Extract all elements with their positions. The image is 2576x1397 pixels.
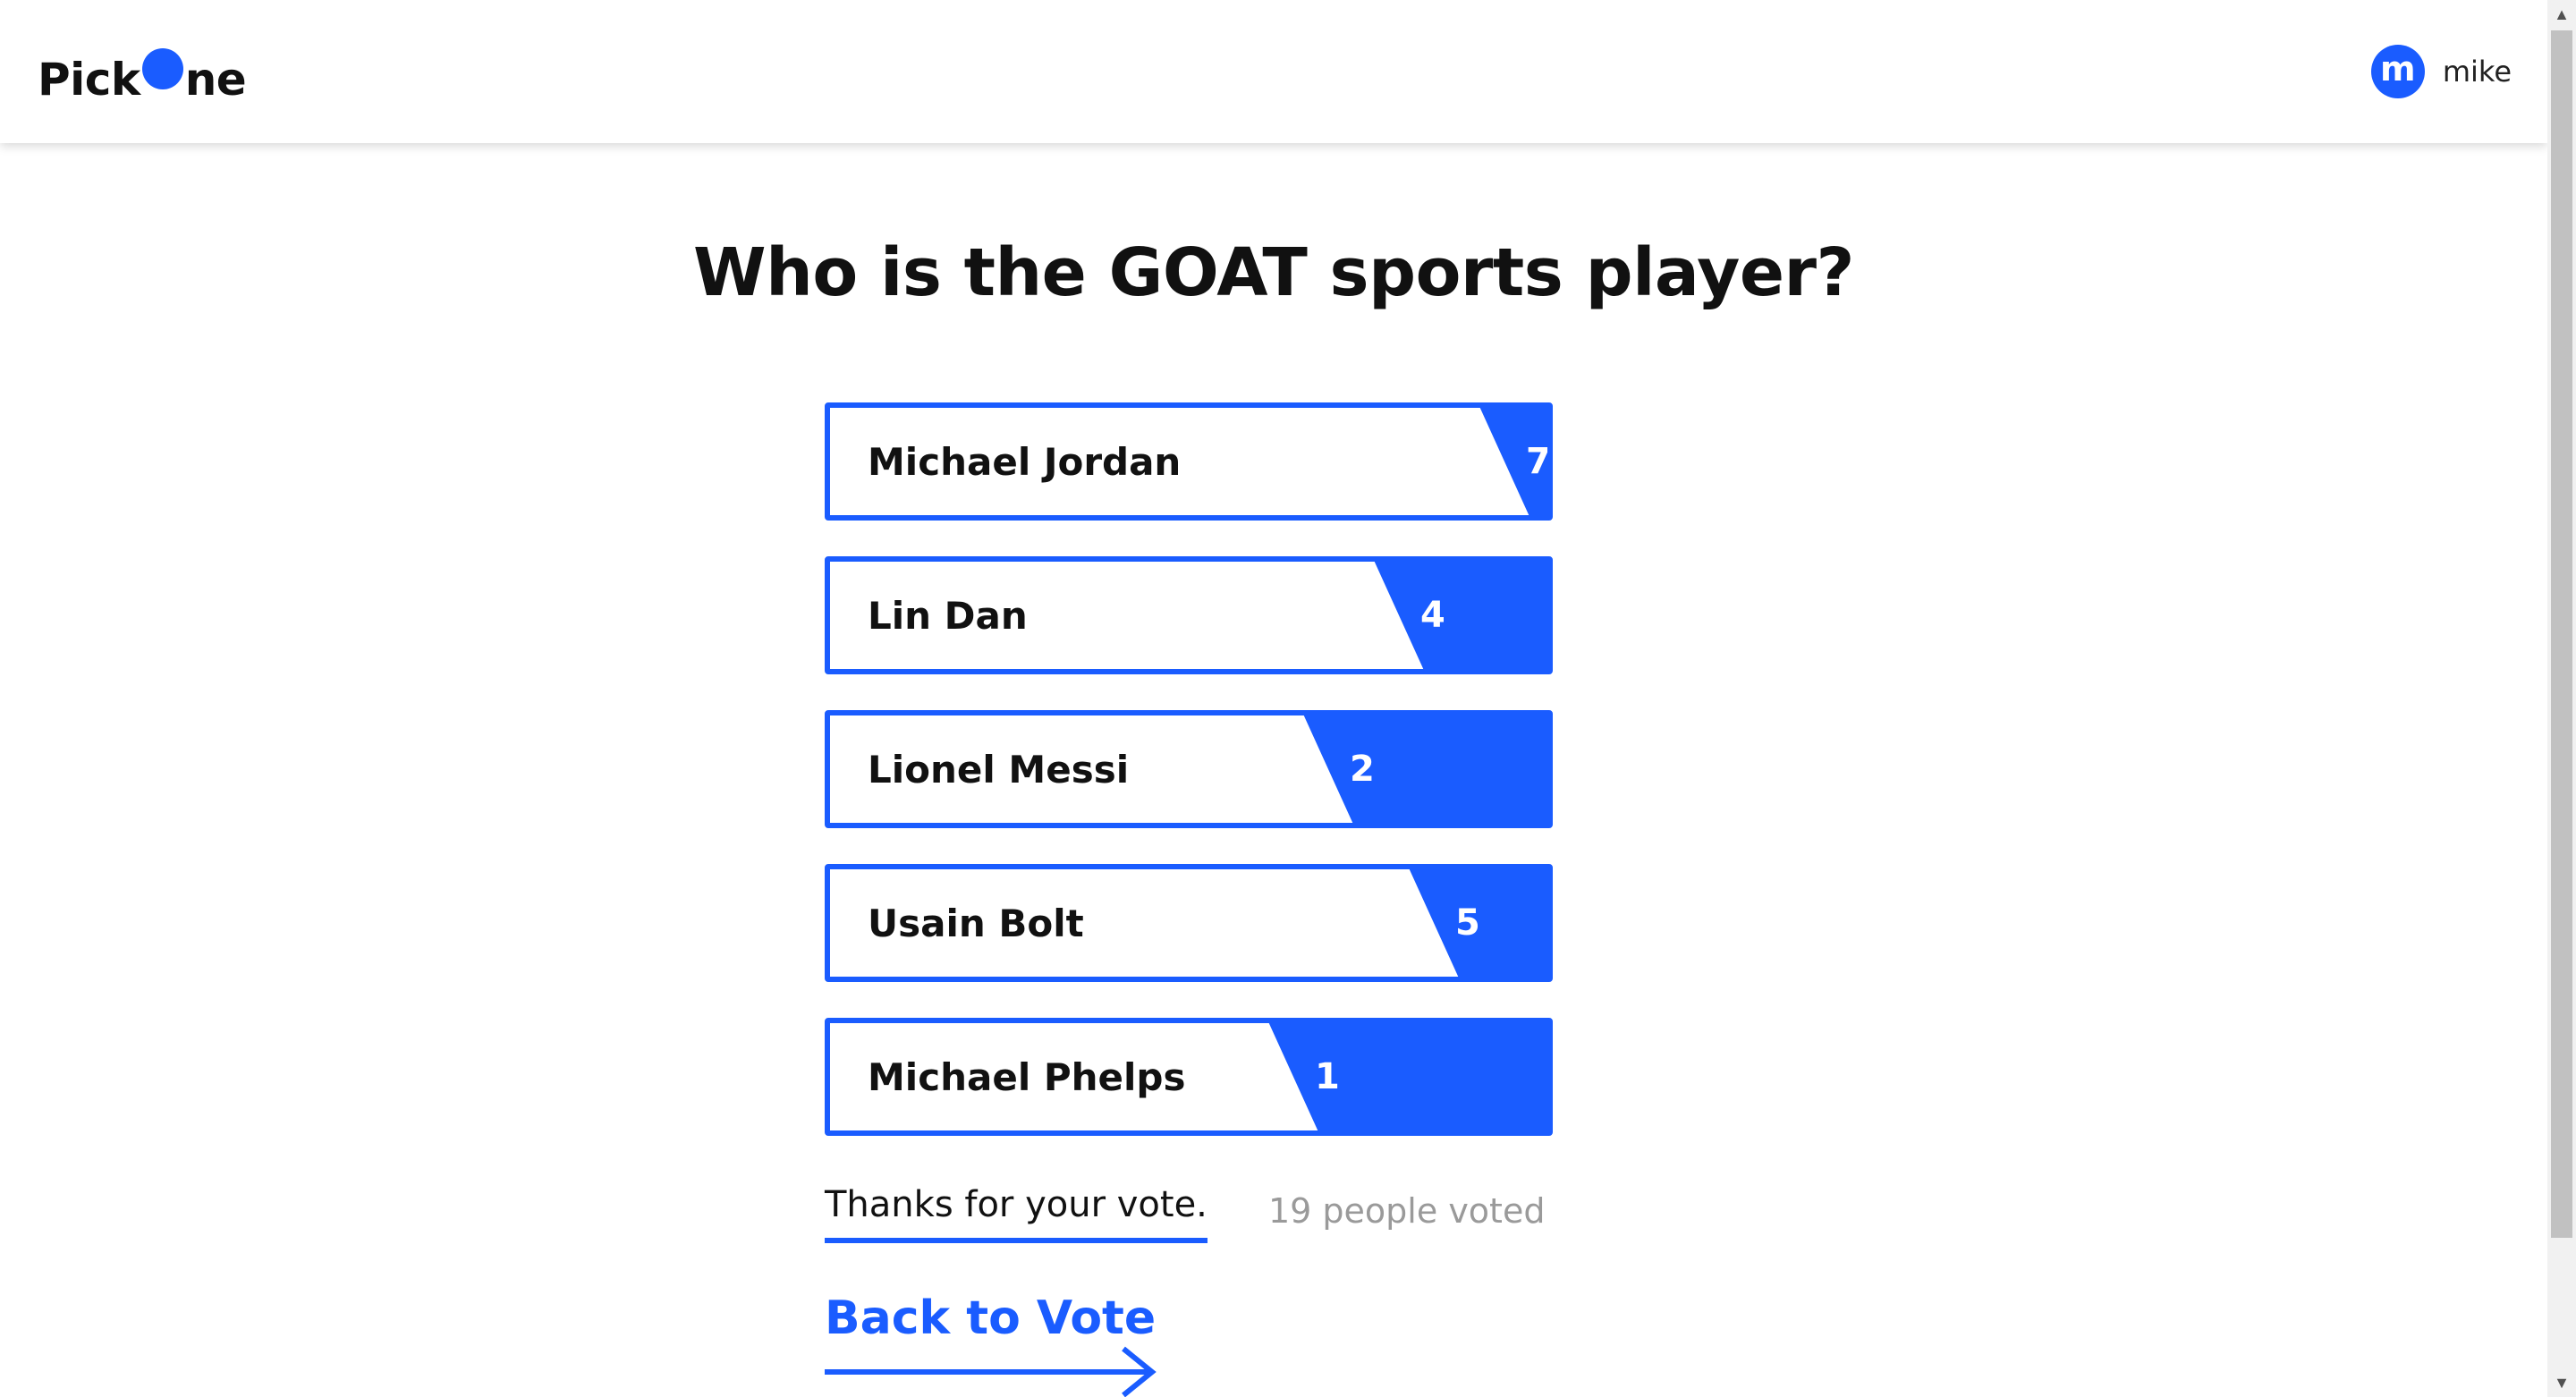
back-to-vote-link[interactable]: Back to Vote [825,1291,1165,1397]
vote-count: 2 [1350,749,1375,790]
vote-count: 7 [1526,441,1551,482]
vote-bar [1301,715,1547,823]
option-name: Usain Bolt [868,901,1084,945]
thanks-message: Thanks for your vote. [825,1184,1208,1243]
vote-bar [1372,562,1547,669]
avatar[interactable]: m [2370,45,2425,98]
option-name: Lin Dan [868,593,1028,638]
username[interactable]: mike [2443,55,2512,89]
logo-text-left: Pick [38,54,140,106]
vote-bar [1267,1023,1547,1130]
poll-option[interactable]: Lin Dan 4 [825,556,1553,674]
back-to-vote-label: Back to Vote [825,1291,1157,1345]
vote-count: 5 [1455,902,1480,944]
poll-question: Who is the GOAT sports player? [693,234,1854,311]
logo-dot-icon [141,48,183,89]
triangle-down-icon[interactable]: ▼ [2547,1368,2576,1397]
scrollbar-thumb[interactable] [2551,30,2572,1238]
vote-count: 4 [1420,595,1445,636]
logo-text-right: ne [184,54,247,106]
poll-option[interactable]: Lionel Messi 2 [825,710,1553,828]
right-arrow-icon [825,1346,1157,1397]
option-name: Michael Phelps [868,1054,1186,1099]
poll-options: Michael Jordan 7 Lin Dan 4 Lionel Messi 2 Usai… [825,402,1553,1172]
app-header: Pick ne m mike [0,0,2547,143]
poll-option[interactable]: Usain Bolt 5 [825,864,1553,982]
option-name: Michael Jordan [868,439,1182,484]
app-logo[interactable]: Pick ne [38,43,247,106]
vote-total: 19 people voted [1268,1191,1546,1231]
vertical-scrollbar[interactable]: ▲ ▼ [2547,0,2576,1397]
option-name: Lionel Messi [868,747,1130,792]
vote-count: 1 [1315,1056,1340,1097]
poll-option[interactable]: Michael Jordan 7 [825,402,1553,521]
user-menu[interactable]: m mike [2370,45,2512,98]
triangle-up-icon[interactable]: ▲ [2547,0,2576,29]
poll-option[interactable]: Michael Phelps 1 [825,1018,1553,1136]
